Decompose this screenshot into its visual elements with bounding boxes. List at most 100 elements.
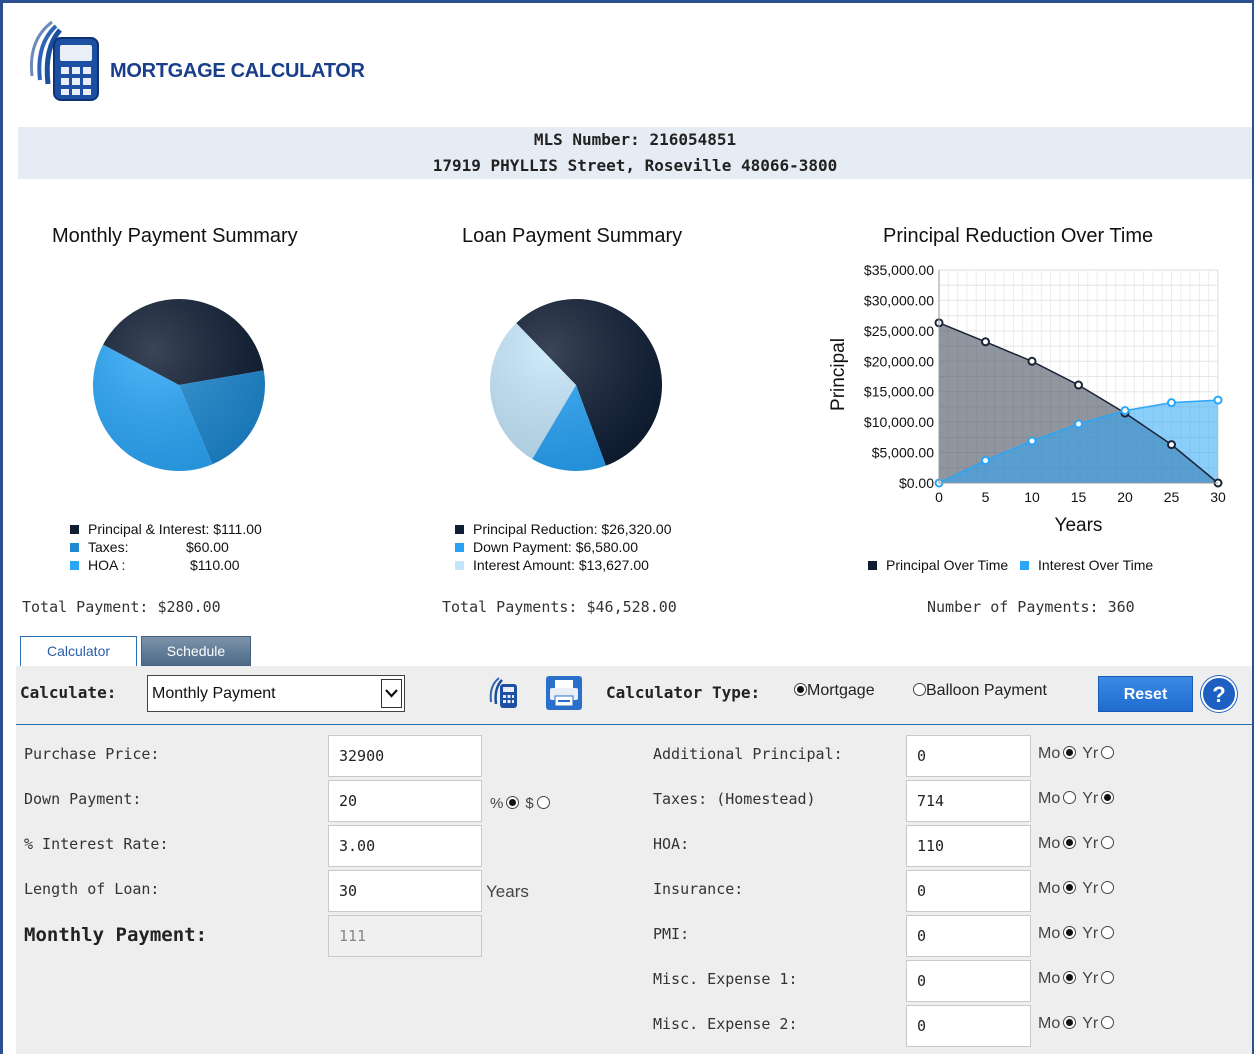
y-tick-label: $5,000.00 <box>872 445 934 461</box>
down-payment-units: % $ <box>490 795 556 812</box>
taxes-period: Mo Yr <box>1038 790 1120 808</box>
x-tick-label: 20 <box>1117 489 1133 505</box>
mo-radio[interactable] <box>1063 971 1077 984</box>
x-tick-label: 5 <box>982 489 990 505</box>
misc-expense-1-input[interactable]: 0 <box>906 960 1031 1002</box>
x-tick-label: 10 <box>1024 489 1040 505</box>
legend-item: Principal & Interest: $111.00 <box>70 520 262 538</box>
mo-radio[interactable] <box>1063 881 1077 894</box>
legend-item: Principal Reduction: $26,320.00 <box>455 520 671 538</box>
legend-interest-over-time: Interest Over Time <box>1038 557 1154 573</box>
down-payment-input[interactable]: 20 <box>328 780 482 822</box>
mo-radio[interactable] <box>1063 1016 1077 1029</box>
monthly-payment-output: 111 <box>328 915 482 957</box>
insurance-input[interactable]: 0 <box>906 870 1031 912</box>
mo-radio[interactable] <box>1063 746 1077 759</box>
loan-summary-legend: Principal Reduction: $26,320.00 Down Pay… <box>455 520 671 574</box>
taxes-input[interactable]: 714 <box>906 780 1031 822</box>
mo-radio[interactable] <box>1063 791 1077 804</box>
insurance-label: Insurance: <box>653 880 744 898</box>
pmi-period: Mo Yr <box>1038 925 1120 943</box>
misc-expense-2-period: Mo Yr <box>1038 1015 1120 1033</box>
data-point <box>1074 419 1083 429</box>
legend-item: Interest Amount: $13,627.00 <box>455 556 671 574</box>
x-tick-label: 30 <box>1210 489 1226 505</box>
dollar-radio[interactable] <box>536 796 550 809</box>
mortgage-radio[interactable] <box>794 683 807 696</box>
pmi-label: PMI: <box>653 925 690 943</box>
data-point <box>1027 436 1037 446</box>
pie-shading <box>490 299 662 471</box>
calculator-type-label: Calculator Type: <box>606 683 761 702</box>
y-tick-label: $10,000.00 <box>864 414 934 430</box>
x-tick-label: 25 <box>1164 489 1180 505</box>
additional-principal-input[interactable]: 0 <box>906 735 1031 777</box>
calculator-icon[interactable] <box>486 676 520 710</box>
loan-summary-title: Loan Payment Summary <box>462 225 683 247</box>
monthly-summary-title: Monthly Payment Summary <box>52 225 298 247</box>
monthly-summary-legend: Principal & Interest: $111.00 Taxes: $60.… <box>70 520 262 574</box>
tab-calculator[interactable]: Calculator <box>20 636 137 666</box>
additional-principal-period: Mo Yr <box>1038 745 1120 763</box>
x-tick-label: 15 <box>1071 489 1087 505</box>
calculator-type-balloon[interactable]: Balloon Payment <box>913 682 1047 700</box>
data-point <box>1167 440 1176 450</box>
x-axis-label: Years <box>1055 515 1103 536</box>
insurance-period: Mo Yr <box>1038 880 1120 898</box>
calculate-label: Calculate: <box>20 683 117 702</box>
misc-expense-2-input[interactable]: 0 <box>906 1005 1031 1047</box>
y-tick-label: $30,000.00 <box>864 292 934 308</box>
total-payments: Total Payments: $46,528.00 <box>442 598 677 616</box>
purchase-price-input[interactable]: 32900 <box>328 735 482 777</box>
help-icon[interactable]: ? <box>1201 676 1237 712</box>
yr-radio[interactable] <box>1101 881 1115 894</box>
legend-principal-over-time: Principal Over Time <box>886 557 1009 573</box>
yr-radio[interactable] <box>1101 926 1115 939</box>
yr-radio[interactable] <box>1101 971 1115 984</box>
down-payment-label: Down Payment: <box>24 790 142 808</box>
data-point <box>981 455 990 465</box>
loan-payment-pie-chart <box>490 298 663 471</box>
monthly-payment-pie-chart <box>93 299 266 472</box>
mls-number: MLS Number: 216054851 <box>533 130 737 149</box>
mo-radio[interactable] <box>1063 836 1077 849</box>
hoa-input[interactable]: 110 <box>906 825 1031 867</box>
pie-shading <box>93 299 265 471</box>
reset-button[interactable]: Reset <box>1098 676 1193 712</box>
yr-radio[interactable] <box>1101 836 1115 849</box>
number-of-payments: Number of Payments: 360 <box>927 598 1135 616</box>
calculator-logo-icon <box>29 20 99 101</box>
yr-radio[interactable] <box>1101 746 1115 759</box>
total-payment: Total Payment: $280.00 <box>22 598 221 616</box>
loan-length-input[interactable]: 30 <box>328 870 482 912</box>
mo-radio[interactable] <box>1063 926 1077 939</box>
listing-address: 17919 PHYLLIS Street, Roseville 48066-38… <box>432 156 838 175</box>
principal-reduction-title: Principal Reduction Over Time <box>883 225 1154 247</box>
misc-expense-1-period: Mo Yr <box>1038 970 1120 988</box>
legend-item: HOA : $110.00 <box>70 556 262 574</box>
data-point <box>1213 395 1223 405</box>
calculator-type-mortgage[interactable]: Mortgage <box>794 682 875 700</box>
listing-info-bar: MLS Number: 216054851 17919 PHYLLIS Stre… <box>18 127 1252 179</box>
data-point <box>981 337 990 347</box>
data-point <box>1074 380 1083 390</box>
yr-radio[interactable] <box>1101 791 1115 804</box>
principal-reduction-chart: $0.00 $5,000.00 $10,000.00 $15,000.00 $20,00… <box>828 262 1226 536</box>
data-point <box>1027 356 1037 366</box>
calculator-toolbar: Calculate: Monthly Payment Calculator Ty… <box>16 666 1252 725</box>
calculate-select[interactable]: Monthly Payment <box>147 675 405 712</box>
taxes-label: Taxes: (Homestead) <box>653 790 816 808</box>
app-title: MORTGAGE CALCULATOR <box>110 60 365 82</box>
y-tick-label: $0.00 <box>899 475 934 491</box>
hoa-period: Mo Yr <box>1038 835 1120 853</box>
balloon-radio[interactable] <box>913 683 926 696</box>
purchase-price-label: Purchase Price: <box>24 745 160 763</box>
interest-rate-input[interactable]: 3.00 <box>328 825 482 867</box>
x-tick-label: 0 <box>935 489 943 505</box>
principal-reduction-legend: Principal Over Time Interest Over Time <box>868 556 1153 574</box>
print-icon[interactable] <box>545 675 583 711</box>
percent-radio[interactable] <box>506 796 520 809</box>
pmi-input[interactable]: 0 <box>906 915 1031 957</box>
tab-schedule[interactable]: Schedule <box>141 636 251 666</box>
yr-radio[interactable] <box>1101 1016 1115 1029</box>
